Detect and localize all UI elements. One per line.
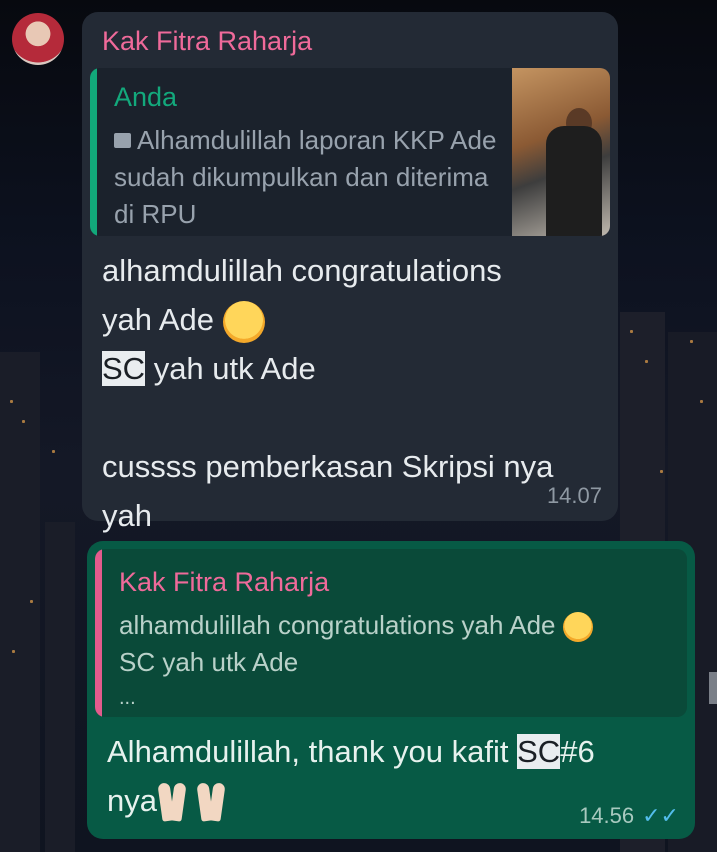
quote-line: SC yah utk Ade	[119, 647, 299, 677]
message-line: alhamdulillah congratulations	[102, 253, 502, 288]
quote-text-content: Alhamdulillah laporan KKP Ade sudah diku…	[114, 125, 497, 229]
folded-hands-emoji-icon	[157, 783, 187, 823]
highlighted-text: SC	[517, 734, 561, 769]
message-text: alhamdulillah congratulations yah Ade SC…	[102, 246, 612, 540]
quote-accent-bar	[90, 68, 97, 236]
timestamp-text: 14.56	[579, 803, 635, 828]
quote-ellipsis: ...	[119, 687, 136, 709]
message-line: yah	[102, 498, 152, 533]
message-timestamp: 14.07	[546, 483, 602, 508]
thumbnail-person-body	[546, 126, 602, 236]
quote-author: Anda	[114, 82, 178, 112]
quoted-message[interactable]: Anda Alhamdulillah laporan KKP Ade sudah…	[90, 68, 610, 236]
quote-thumbnail-image	[512, 68, 610, 236]
hugging-face-emoji-icon	[562, 612, 593, 643]
quote-text: alhamdulillah congratulations yah Ade SC…	[119, 607, 679, 681]
sender-avatar[interactable]	[12, 13, 64, 65]
quote-line: alhamdulillah congratulations yah Ade	[119, 610, 556, 640]
quote-accent-bar	[95, 549, 102, 717]
sender-name[interactable]: Kak Fitra Raharja	[102, 26, 312, 57]
message-line: Alhamdulillah, thank you kafit	[107, 734, 518, 769]
hugging-face-emoji-icon	[222, 300, 265, 343]
highlighted-text: SC	[102, 351, 146, 386]
message-line: nya	[107, 783, 157, 818]
scrollbar-handle[interactable]	[709, 672, 717, 704]
photo-icon	[114, 132, 131, 148]
message-line: cussss pemberkasan Skripsi nya	[102, 449, 554, 484]
message-line: #6	[560, 734, 595, 769]
incoming-message-bubble[interactable]: Kak Fitra Raharja Anda Alhamdulillah lap…	[82, 12, 618, 533]
outgoing-message-bubble[interactable]: Kak Fitra Raharja alhamdulillah congratu…	[87, 541, 695, 839]
message-line: yah Ade	[102, 302, 215, 337]
message-timestamp: 14.56 ✓✓	[579, 803, 679, 829]
quote-author: Kak Fitra Raharja	[119, 567, 330, 597]
quoted-message[interactable]: Kak Fitra Raharja alhamdulillah congratu…	[95, 549, 687, 717]
quote-text: Alhamdulillah laporan KKP Ade sudah diku…	[114, 122, 504, 233]
folded-hands-emoji-icon	[196, 783, 226, 823]
double-check-icon: ✓✓	[642, 803, 679, 828]
message-line: yah utk Ade	[145, 351, 316, 386]
